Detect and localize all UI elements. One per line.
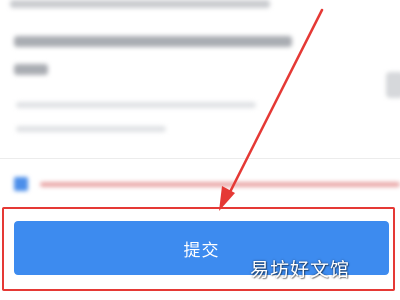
divider xyxy=(0,158,400,159)
blurred-form-content xyxy=(10,0,310,160)
blurred-heading-line xyxy=(10,0,270,8)
blurred-question-line xyxy=(14,36,292,47)
agreement-row[interactable] xyxy=(14,174,400,196)
blurred-question-line xyxy=(14,64,48,75)
agreement-text xyxy=(40,182,400,187)
watermark-text: 易坊好文馆 xyxy=(250,259,351,281)
blurred-hint-line xyxy=(16,126,166,132)
blurred-hint-line xyxy=(16,102,256,108)
blurred-side-element xyxy=(386,72,400,98)
form-card: 提交 易坊好文馆 xyxy=(0,0,400,300)
agreement-checkbox[interactable] xyxy=(14,177,28,191)
